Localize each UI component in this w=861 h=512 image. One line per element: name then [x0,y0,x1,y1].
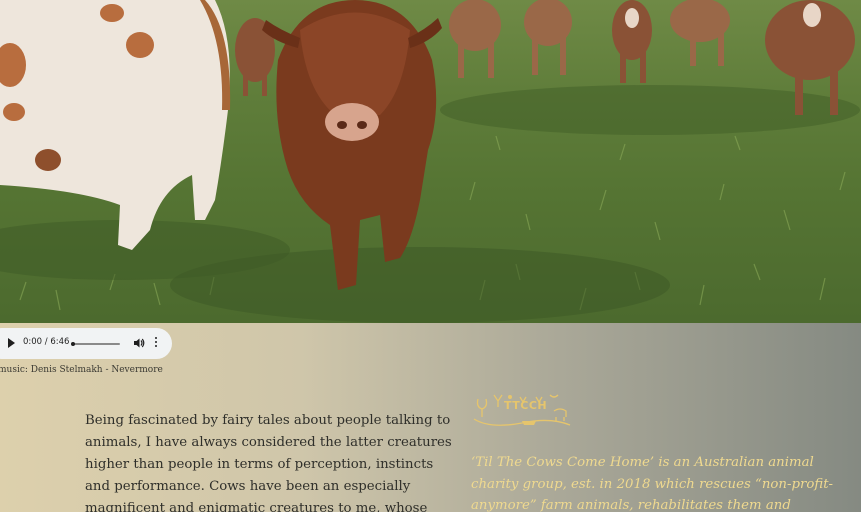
story-paragraph: Being fascinated by fairy tales about pe… [85,413,452,512]
hero-photo [0,0,861,323]
audio-progress-slider[interactable] [71,342,120,346]
intro-section: 0:00 / 6:46 music: Denis Stelmakh - Neve… [0,323,861,512]
more-options-icon[interactable] [154,337,158,350]
cows-pasture-image [0,0,860,323]
audio-progress-thumb[interactable] [71,342,75,346]
mission-paragraph: ‘Til The Cows Come Home’ is an Australia… [471,455,834,512]
play-icon[interactable] [8,338,15,348]
volume-icon[interactable] [133,337,145,349]
ttcch-logo: TTCCH [470,385,580,431]
logo-text: TTCCH [504,399,548,412]
audio-time: 0:00 / 6:46 [23,337,70,347]
music-credit: music: Denis Stelmakh - Nevermore [0,365,163,375]
audio-player[interactable]: 0:00 / 6:46 [0,328,172,359]
